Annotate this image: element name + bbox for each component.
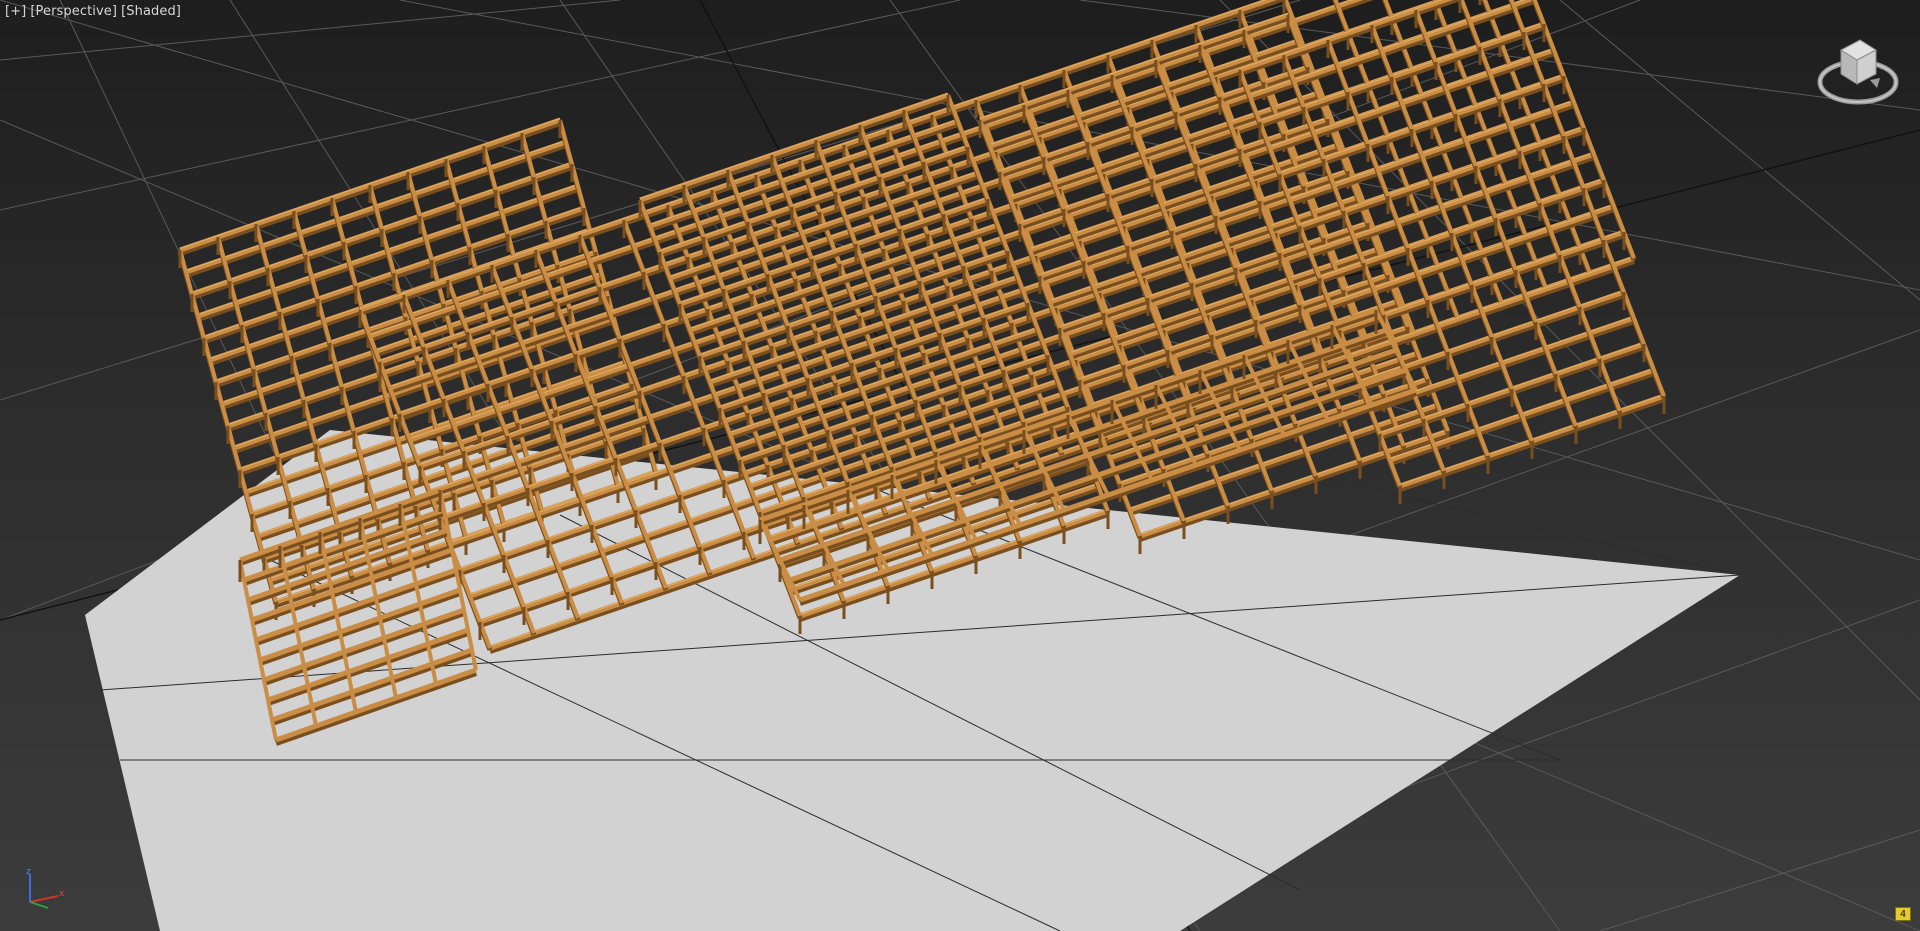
svg-text:z: z [26,867,31,877]
lattice-beam-highlight [179,117,561,250]
scene-canvas[interactable] [0,0,1920,931]
svg-text:x: x [59,889,65,899]
viewport-badge-icon[interactable]: 4 [1895,907,1911,921]
viewport-point-of-view-menu[interactable]: [Perspective] [29,4,118,19]
viewport-shading-menu[interactable]: [Shaded] [120,4,182,19]
viewport-general-menu[interactable]: [+] [4,4,27,19]
viewport-label-menu: [+] [Perspective] [Shaded] [4,4,182,19]
viewcube-icon[interactable] [1808,30,1904,120]
perspective-viewport[interactable]: [+] [Perspective] [Shaded] z x 4 [0,0,1920,931]
grid-line [1599,829,1920,931]
axis-tripod-icon: z x [26,867,65,909]
